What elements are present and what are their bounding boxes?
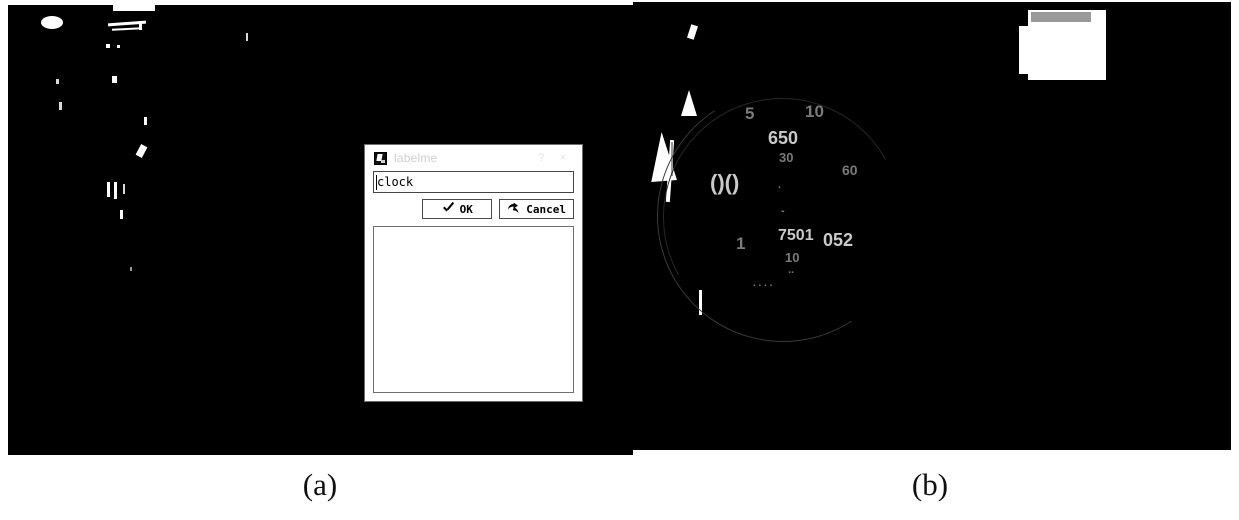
dial-marking: 10 (805, 102, 824, 121)
checkmark-icon (442, 204, 455, 215)
clock-hand-highlight (681, 90, 697, 116)
dial-marking: 10 (785, 250, 800, 265)
photo-highlight (106, 44, 110, 48)
photo-highlight (111, 27, 143, 31)
photo-highlight (117, 45, 120, 48)
undo-arrow-icon (507, 202, 521, 215)
photo-highlight (114, 182, 117, 199)
dial-marking: 60 (842, 162, 858, 178)
dial-marking: . . . . (753, 278, 773, 289)
photo-highlight (246, 33, 248, 41)
figure-container: labelme ? × clock OK Cancel 5 10 650 30 … (0, 0, 1239, 520)
dial-marking: 30 (779, 150, 794, 165)
dial-marking: 650 (768, 128, 799, 148)
photo-highlight (135, 144, 148, 158)
dialog-titlebar-a[interactable]: labelme ? × (365, 145, 582, 171)
photo-highlight (113, 5, 155, 11)
ok-button-label: OK (459, 202, 473, 216)
photo-highlight (112, 76, 117, 83)
dialog-body-a: clock OK Cancel (365, 171, 582, 401)
image-panel-b[interactable]: 5 10 650 30 ()() 60 . - 1 7501 052 10 ..… (633, 2, 1231, 450)
dial-marking: ()() (710, 170, 740, 195)
subfigure-caption-b: (b) (911, 467, 949, 502)
photo-highlight (130, 267, 132, 271)
dial-marking: . (778, 179, 782, 191)
dial-marking: 5 (745, 104, 755, 123)
photo-highlight (120, 210, 123, 219)
photo-highlight (56, 79, 59, 84)
dial-marking: 1 (736, 234, 746, 253)
dial-marking: - (781, 205, 785, 217)
label-history-list-a[interactable] (373, 226, 574, 393)
ok-button-a[interactable]: OK (422, 199, 493, 219)
photo-highlight (107, 182, 110, 197)
photo-highlight (139, 21, 142, 30)
photo-highlight (687, 24, 698, 40)
dial-marking: 7501 (778, 227, 814, 244)
photo-top-strip-a (8, 2, 633, 5)
cancel-button-a[interactable]: Cancel (499, 199, 574, 219)
photo-highlight (144, 117, 147, 125)
photo-highlight (59, 102, 62, 110)
labelme-app-icon (374, 151, 387, 165)
photo-highlight (123, 184, 125, 194)
label-text-input-a[interactable]: clock (373, 171, 574, 193)
photo-highlight (41, 16, 63, 29)
close-icon[interactable]: × (552, 152, 574, 164)
photo-bright-region (1019, 26, 1033, 74)
dial-marking: 052 (823, 230, 854, 250)
dialog-title-a: labelme (394, 151, 438, 165)
gauge-rim-arc (634, 69, 930, 365)
image-panel-a[interactable]: labelme ? × clock OK Cancel (8, 2, 633, 455)
subfigure-caption-a: (a) (302, 467, 338, 502)
photo-bright-region (1031, 12, 1091, 22)
dial-marking: .. (788, 264, 795, 276)
help-icon[interactable]: ? (530, 152, 552, 164)
cancel-button-label: Cancel (526, 202, 566, 216)
labelme-label-dialog-a[interactable]: labelme ? × clock OK Cancel (364, 144, 583, 402)
dialog-button-row-a: OK Cancel (373, 199, 574, 219)
